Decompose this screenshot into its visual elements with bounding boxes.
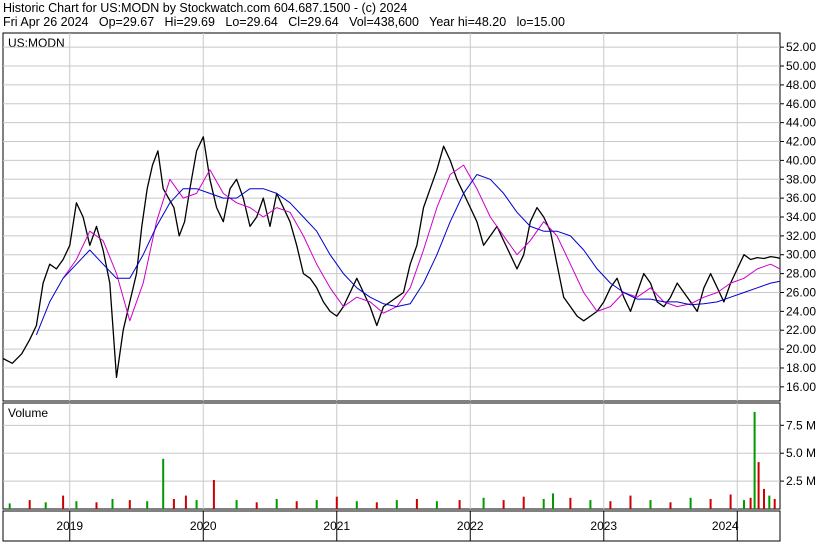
volume-bar xyxy=(315,500,318,509)
price-tick-label: 32.00 xyxy=(786,229,816,243)
volume-bar xyxy=(235,500,238,509)
volume-bar xyxy=(502,500,505,509)
price-tick-label: 34.00 xyxy=(786,210,816,224)
volume-bar xyxy=(172,499,175,509)
volume-bar xyxy=(749,497,752,509)
volume-bar xyxy=(335,496,338,509)
volume-bar xyxy=(542,499,545,509)
price-tick-label: 30.00 xyxy=(786,248,816,262)
volume-bar xyxy=(609,501,612,509)
stock-chart: US:MODN Volume 2019 2020 2021 2022 2023 2024 … xyxy=(2,32,816,542)
volume-bar xyxy=(44,502,47,509)
volume-bar xyxy=(295,501,298,509)
price-panel-title: US:MODN xyxy=(8,36,65,50)
price-tick-label: 50.00 xyxy=(786,59,816,73)
volume-bar xyxy=(75,501,78,509)
year-axis xyxy=(2,510,781,542)
volume-bar xyxy=(8,503,11,509)
price-tick-label: 28.00 xyxy=(786,267,816,281)
volume-bar xyxy=(709,499,712,509)
price-tick-label: 18.00 xyxy=(786,361,816,375)
volume-bar xyxy=(629,495,632,509)
volume-bar xyxy=(729,494,732,509)
volume-bar xyxy=(482,497,485,509)
volume-bar xyxy=(255,502,258,509)
year-label: 2020 xyxy=(190,519,217,533)
volume-bar xyxy=(773,499,776,509)
volume-bar xyxy=(743,500,745,509)
volume-bar xyxy=(689,497,692,509)
volume-bar xyxy=(162,458,165,509)
year-label: 2019 xyxy=(56,519,83,533)
volume-bar xyxy=(552,493,554,509)
volume-bar xyxy=(753,411,756,509)
volume-bar xyxy=(458,500,461,509)
year-label: 2023 xyxy=(590,519,617,533)
price-tick-label: 40.00 xyxy=(786,153,816,167)
year-label: 2022 xyxy=(457,519,484,533)
price-tick-label: 26.00 xyxy=(786,285,816,299)
volume-bar xyxy=(768,495,771,509)
price-tick-label: 44.00 xyxy=(786,116,816,130)
volume-bar xyxy=(62,495,65,509)
volume-bar xyxy=(569,497,572,509)
price-tick-label: 52.00 xyxy=(786,40,816,54)
year-label: 2024 xyxy=(712,519,739,533)
volume-bar xyxy=(195,500,198,509)
volume-y-ticks: 2.5 M 5.0 M 7.5 M xyxy=(780,418,816,488)
volume-bar xyxy=(111,499,114,509)
price-y-ticks: 16.00 18.00 20.00 22.00 24.00 26.00 28.00 30.00… xyxy=(780,40,816,394)
volume-bar xyxy=(375,502,378,509)
volume-tick-label: 5.0 M xyxy=(786,446,816,460)
volume-tick-label: 7.5 M xyxy=(786,418,816,432)
volume-bar xyxy=(184,495,187,509)
volume-bar xyxy=(649,500,652,509)
volume-bar xyxy=(522,496,525,509)
price-tick-label: 42.00 xyxy=(786,135,816,149)
volume-bar xyxy=(395,500,398,509)
volume-bar xyxy=(128,500,131,509)
volume-tick-label: 2.5 M xyxy=(786,474,816,488)
price-tick-label: 48.00 xyxy=(786,78,816,92)
price-tick-label: 46.00 xyxy=(786,97,816,111)
volume-bar xyxy=(355,501,358,509)
volume-panel-title: Volume xyxy=(8,406,48,420)
volume-bar xyxy=(763,488,765,509)
volume-bar xyxy=(589,500,592,509)
price-tick-label: 16.00 xyxy=(786,380,816,394)
volume-bar xyxy=(28,500,31,509)
volume-bar xyxy=(757,462,760,509)
volume-bar xyxy=(275,499,278,509)
volume-bar xyxy=(146,501,149,509)
price-tick-label: 36.00 xyxy=(786,191,816,205)
volume-bar xyxy=(435,501,438,509)
volume-bar xyxy=(95,502,98,509)
year-label: 2021 xyxy=(323,519,350,533)
price-tick-label: 20.00 xyxy=(786,342,816,356)
price-tick-label: 24.00 xyxy=(786,304,816,318)
price-tick-label: 38.00 xyxy=(786,172,816,186)
volume-panel xyxy=(2,402,781,510)
volume-bar xyxy=(669,502,672,509)
volume-bar xyxy=(212,480,215,509)
price-tick-label: 22.00 xyxy=(786,323,816,337)
volume-bar xyxy=(415,499,418,509)
